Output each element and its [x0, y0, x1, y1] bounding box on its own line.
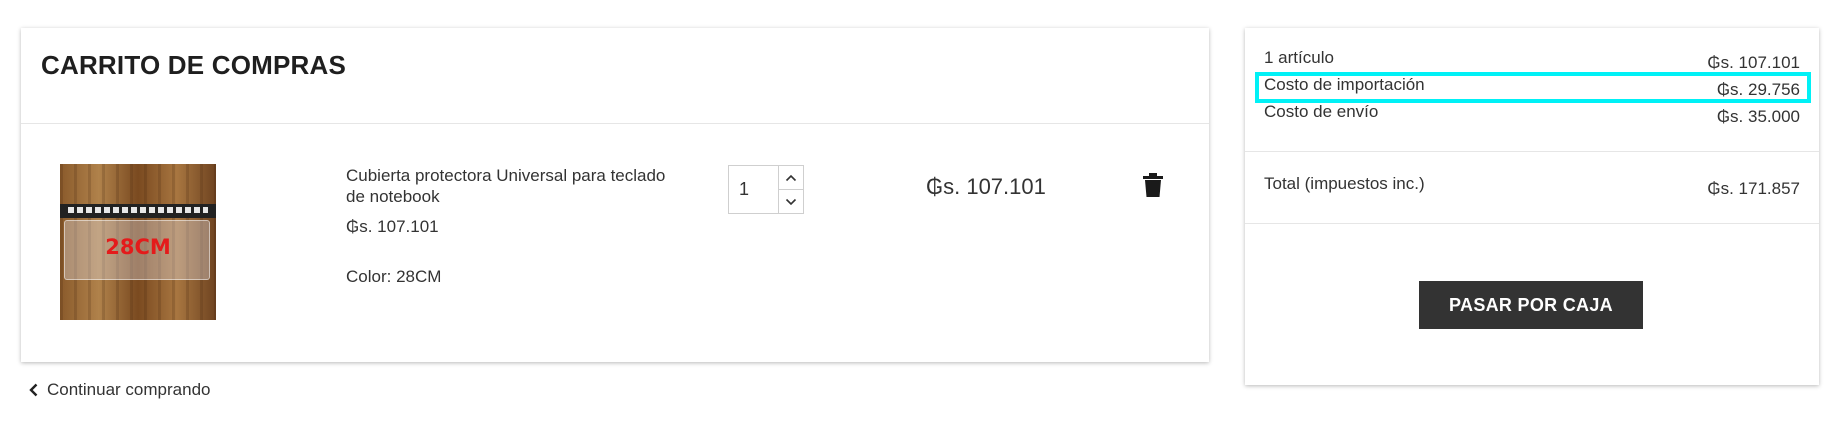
image-size-label: 28CM — [105, 235, 171, 259]
summary-total-row: Total (impuestos inc.) ₲s. 171.857 — [1245, 152, 1819, 224]
line-total: ₲s. 107.101 — [926, 174, 1046, 199]
summary-row-items: 1 artículo ₲s. 107.101 — [1245, 48, 1819, 75]
import-cost-highlight — [1255, 72, 1811, 103]
page-title: CARRITO DE COMPRAS — [41, 50, 347, 80]
quantity-stepper — [728, 165, 804, 214]
summary-items-value: ₲s. 107.101 — [1707, 53, 1800, 72]
summary-shipping-label: Costo de envío — [1264, 102, 1379, 121]
quantity-buttons — [778, 166, 803, 213]
summary-total-label: Total (impuestos inc.) — [1264, 174, 1425, 193]
order-summary-panel: 1 artículo ₲s. 107.101 Costo de importac… — [1245, 28, 1819, 385]
product-image[interactable]: 28CM — [60, 164, 216, 320]
product-color-attribute: Color: 28CM — [346, 267, 442, 286]
summary-row-shipping: Costo de envío ₲s. 35.000 — [1245, 102, 1819, 129]
chevron-left-icon — [29, 383, 38, 397]
product-unit-price: ₲s. 107.101 — [346, 217, 439, 236]
summary-items-label: 1 artículo — [1264, 48, 1334, 67]
product-info: Cubierta protectora Universal para tecla… — [346, 165, 676, 287]
cart-line-item: 28CM Cubierta protectora Universal para … — [21, 124, 1209, 361]
chevron-down-icon — [785, 198, 797, 205]
trash-icon — [1143, 173, 1163, 197]
keyboard-keys — [68, 207, 208, 213]
cart-header: CARRITO DE COMPRAS — [21, 28, 1209, 124]
delete-item-button[interactable] — [1142, 172, 1164, 198]
quantity-decrease-button[interactable] — [779, 189, 803, 213]
summary-total-value: ₲s. 171.857 — [1707, 179, 1800, 198]
continue-shopping-link[interactable]: Continuar comprando — [29, 380, 210, 400]
continue-shopping-label: Continuar comprando — [47, 380, 211, 399]
summary-shipping-value: ₲s. 35.000 — [1716, 107, 1800, 126]
cart-panel: CARRITO DE COMPRAS 28CM Cubierta protect… — [21, 28, 1209, 362]
checkout-button[interactable]: PASAR POR CAJA — [1419, 281, 1643, 329]
chevron-up-icon — [785, 174, 797, 181]
quantity-input[interactable] — [729, 166, 778, 213]
product-name-link[interactable]: Cubierta protectora Universal para tecla… — [346, 165, 676, 207]
quantity-increase-button[interactable] — [779, 166, 803, 189]
